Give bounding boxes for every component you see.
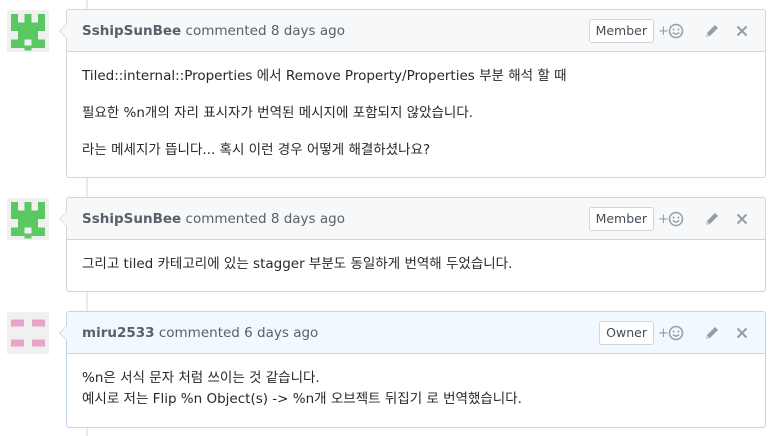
svg-text:+: + <box>658 24 669 39</box>
avatar-sshipsunbee[interactable] <box>7 10 49 52</box>
comment-author[interactable]: SshipSunBee <box>82 23 181 39</box>
comment-author[interactable]: miru2533 <box>82 325 155 341</box>
comment-action: commented <box>158 325 240 341</box>
smiley-plus-icon[interactable]: + <box>657 211 687 227</box>
comment-action: commented <box>185 23 267 39</box>
comment-paragraph: 예시로 저는 Flip %n Object(s) -> %n개 오브젝트 뒤집기… <box>82 391 522 407</box>
avatar-miru2533[interactable] <box>7 312 49 354</box>
comment-paragraph: %n은 서식 문자 처럼 쓰이는 것 같습니다. <box>82 370 320 386</box>
comment-header: miru2533 commented 6 days ago Owner + <box>67 312 765 354</box>
comment-card: miru2533 commented 6 days ago Owner + %n… <box>59 311 766 428</box>
svg-text:+: + <box>658 212 669 227</box>
comment-paragraph: 필요한 %n개의 자리 표시자가 번역된 메시지에 포함되지 않았습니다. <box>82 105 474 121</box>
comment-paragraph: 라는 메세지가 뜹니다... 혹시 이런 경우 어떻게 해결하셨나요? <box>82 142 431 158</box>
smiley-plus-icon[interactable]: + <box>657 23 687 39</box>
comment-header: SshipSunBee commented 8 days ago Member … <box>67 198 765 240</box>
svg-text:+: + <box>658 326 669 341</box>
avatar-sshipsunbee[interactable] <box>7 198 49 240</box>
pencil-icon[interactable] <box>699 211 725 227</box>
close-icon[interactable] <box>733 213 751 225</box>
comment-card: SshipSunBee commented 8 days ago Member … <box>59 9 766 178</box>
comment-author[interactable]: SshipSunBee <box>82 211 181 227</box>
comment-time[interactable]: 6 days ago <box>244 325 318 341</box>
comment-paragraph: 그리고 tiled 카테고리에 있는 stagger 부분도 동일하게 번역해 … <box>82 256 513 272</box>
comment-action: commented <box>185 211 267 227</box>
comment-body: %n은 서식 문자 처럼 쓰이는 것 같습니다. 예시로 저는 Flip %n … <box>67 354 765 424</box>
comment-body: 그리고 tiled 카테고리에 있는 stagger 부분도 동일하게 번역해 … <box>67 240 765 289</box>
role-badge: Member <box>588 19 654 43</box>
role-badge: Owner <box>599 321 654 345</box>
role-badge: Member <box>588 207 654 231</box>
comment-card: SshipSunBee commented 8 days ago Member … <box>59 197 766 292</box>
pencil-icon[interactable] <box>699 23 725 39</box>
comment-time[interactable]: 8 days ago <box>271 23 345 39</box>
comment-body: Tiled::internal::Properties 에서 Remove Pr… <box>67 52 765 175</box>
comment-paragraph: Tiled::internal::Properties 에서 Remove Pr… <box>82 68 567 84</box>
close-icon[interactable] <box>733 327 751 339</box>
close-icon[interactable] <box>733 25 751 37</box>
pencil-icon[interactable] <box>699 325 725 341</box>
comment-time[interactable]: 8 days ago <box>271 211 345 227</box>
smiley-plus-icon[interactable]: + <box>657 325 687 341</box>
comment-header: SshipSunBee commented 8 days ago Member … <box>67 10 765 52</box>
